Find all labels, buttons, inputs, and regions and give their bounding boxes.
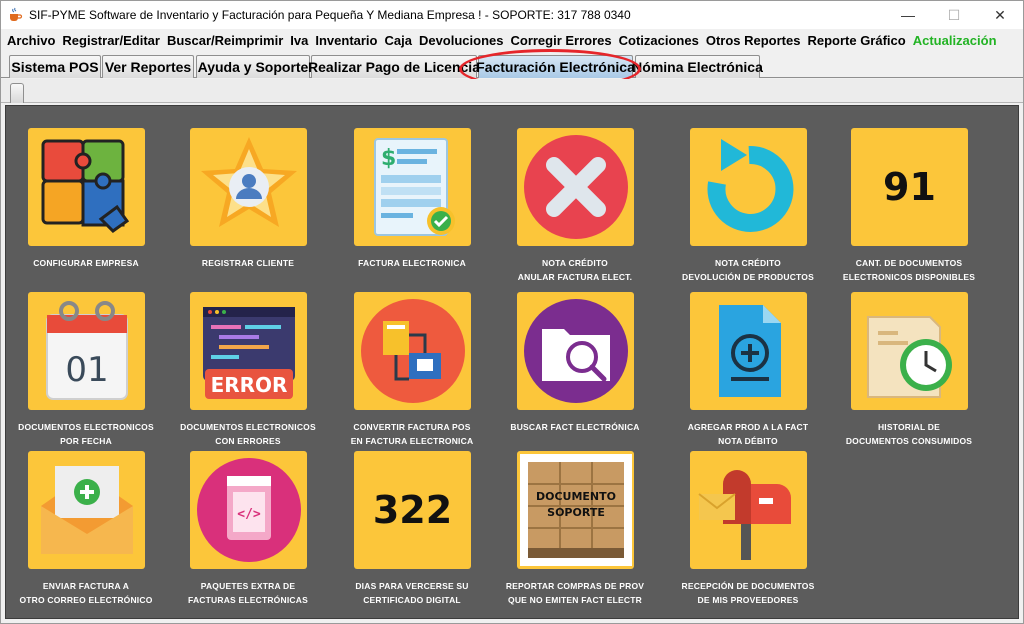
tile-nota-credito-anular[interactable]: [517, 128, 634, 246]
main-tab-bar: Sistema POS Ver Reportes Ayuda y Soporte Re…: [1, 52, 1023, 78]
svg-text:ERROR: ERROR: [210, 373, 287, 397]
tile-label-nota-credito-anular: NOTA CRÉDITO ANULAR FACTURA ELECT.: [517, 258, 633, 282]
close-button[interactable]: ✕: [977, 1, 1023, 29]
tile-agregar-prod[interactable]: [690, 292, 807, 410]
tile-convertir-factura-pos[interactable]: [354, 292, 471, 410]
menu-buscar-reimprimir[interactable]: Buscar/Reimprimir: [167, 33, 283, 48]
svg-text:01: 01: [65, 350, 108, 390]
menu-devoluciones[interactable]: Devoluciones: [419, 33, 504, 48]
tile-paquetes-extra[interactable]: </>: [190, 451, 307, 569]
minimize-button[interactable]: —: [885, 1, 931, 29]
error-screen-icon: ERROR: [202, 307, 295, 399]
tile-label-documentos-con-errores: DOCUMENTOS ELECTRONICOS CON ERRORES: [180, 422, 316, 446]
tile-nota-credito-devolucion[interactable]: [690, 128, 807, 246]
tile-label-dias-certificado: DIAS PARA VERCERSE SU CERTIFICADO DIGITA…: [355, 581, 469, 605]
java-cup-icon: [10, 7, 23, 21]
tab-facturacion-electronica[interactable]: Facturación Electrónica: [476, 55, 635, 78]
tab-sistema-pos[interactable]: Sistema POS: [9, 55, 101, 78]
menu-inventario[interactable]: Inventario: [315, 33, 377, 48]
tile-documentos-por-fecha[interactable]: 01: [28, 292, 145, 410]
convert-document-icon: [360, 299, 465, 403]
tile-label-cant-documentos: CANT. DE DOCUMENTOS ELECTRONICOS DISPONI…: [842, 258, 976, 282]
tile-label-registrar-cliente: REGISTRAR CLIENTE: [201, 258, 295, 268]
svg-text:$: $: [381, 146, 396, 171]
menu-corregir-errores[interactable]: Corregir Errores: [510, 33, 611, 48]
menu-otros-reportes[interactable]: Otros Reportes: [706, 33, 801, 48]
tile-recepcion-documentos[interactable]: [690, 451, 807, 569]
tile-registrar-cliente[interactable]: [190, 128, 307, 246]
boxes-pallet-icon: DOCUMENTO SOPORTE: [519, 454, 632, 566]
tile-label-configurar-empresa: CONFIGURAR EMPRESA: [33, 258, 139, 268]
folder-search-icon: [523, 299, 628, 403]
tile-buscar-fact-electronica[interactable]: [517, 292, 634, 410]
tile-reportar-compras[interactable]: DOCUMENTO SOPORTE: [517, 451, 634, 569]
document-add-icon: [718, 305, 781, 397]
svg-text:DOCUMENTO: DOCUMENTO: [535, 490, 615, 503]
menu-caja[interactable]: Caja: [384, 33, 411, 48]
tile-label-enviar-factura-correo: ENVIAR FACTURA A OTRO CORREO ELECTRÓNICO: [19, 581, 153, 605]
envelope-add-icon: [40, 466, 133, 554]
app-window: SIF-PYME Software de Inventario y Factur…: [0, 0, 1024, 624]
tile-label-recepcion-documentos: RECEPCIÓN DE DOCUMENTOS DE MIS PROVEEDOR…: [681, 581, 815, 605]
menu-cotizaciones[interactable]: Cotizaciones: [619, 33, 699, 48]
title-bar: SIF-PYME Software de Inventario y Factur…: [1, 1, 1023, 29]
tab-ver-reportes[interactable]: Ver Reportes: [102, 55, 194, 78]
svg-text:SOPORTE: SOPORTE: [547, 506, 605, 519]
tile-label-agregar-prod: AGREGAR PROD A LA FACT NOTA DÉBITO: [687, 422, 809, 446]
menu-iva[interactable]: Iva: [290, 33, 308, 48]
menu-archivo[interactable]: Archivo: [7, 33, 55, 48]
user-star-icon: [200, 137, 297, 227]
mailbox-icon: [697, 470, 791, 560]
tile-number: 91: [883, 165, 936, 209]
puzzle-icon: [41, 139, 129, 233]
tile-label-paquetes-extra: PAQUETES EXTRA DE FACTURAS ELECTRÓNICAS: [188, 581, 308, 605]
inner-tab[interactable]: [10, 83, 24, 103]
menu-actualizacion[interactable]: Actualización: [913, 33, 997, 48]
tile-factura-electronica[interactable]: $: [354, 128, 471, 246]
menu-registrar-editar[interactable]: Registrar/Editar: [62, 33, 160, 48]
tile-label-reportar-compras: REPORTAR COMPRAS DE PROV QUE NO EMITEN F…: [505, 581, 645, 605]
tab-ayuda-soporte[interactable]: Ayuda y Soporte: [196, 55, 310, 78]
tile-label-factura-electronica: FACTURA ELECTRONICA: [358, 258, 466, 268]
menu-bar: Archivo Registrar/Editar Buscar/Reimprimir…: [1, 29, 1023, 51]
electronic-invoicing-panel: CONFIGURAR EMPRESA REGISTRAR CLIENTE $ F…: [5, 105, 1019, 619]
tile-label-historial-documentos: HISTORIAL DE DOCUMENTOS CONSUMIDOS: [845, 422, 973, 446]
tile-label-documentos-por-fecha: DOCUMENTOS ELECTRONICOS POR FECHA: [18, 422, 154, 446]
svg-text:</>: </>: [237, 507, 261, 522]
tile-documentos-con-errores[interactable]: ERROR: [190, 292, 307, 410]
tile-label-convertir-factura-pos: CONVERTIR FACTURA POS EN FACTURA ELECTRO…: [350, 422, 474, 446]
tile-label-buscar-fact-electronica: BUSCAR FACT ELECTRÓNICA: [510, 422, 640, 432]
tile-label-nota-credito-devolucion: NOTA CRÉDITO DEVOLUCIÓN DE PRODUCTOS: [682, 258, 814, 282]
tab-realizar-pago[interactable]: Realizar Pago de Licencia: [308, 55, 480, 78]
invoice-icon: $: [373, 138, 455, 236]
refresh-arrow-icon: [706, 139, 793, 232]
calendar-icon: 01: [45, 301, 128, 400]
menu-reporte-grafico[interactable]: Reporte Gráfico: [807, 33, 905, 48]
inner-tab-strip: [1, 79, 1023, 103]
tile-historial-documentos[interactable]: [851, 292, 968, 410]
tile-dias-certificado[interactable]: 322: [354, 451, 471, 569]
window-title: SIF-PYME Software de Inventario y Factur…: [29, 8, 631, 22]
history-clock-icon: [866, 316, 952, 398]
maximize-button[interactable]: ☐: [931, 1, 977, 29]
tile-number: 322: [372, 488, 453, 532]
cancel-x-icon: [523, 135, 628, 239]
tile-configurar-empresa[interactable]: [28, 128, 145, 246]
package-code-icon: </>: [196, 458, 301, 562]
tile-cant-documentos[interactable]: 91: [851, 128, 968, 246]
tile-enviar-factura-correo[interactable]: [28, 451, 145, 569]
tab-nomina-electronica[interactable]: Nómina Electrónica: [632, 55, 763, 78]
